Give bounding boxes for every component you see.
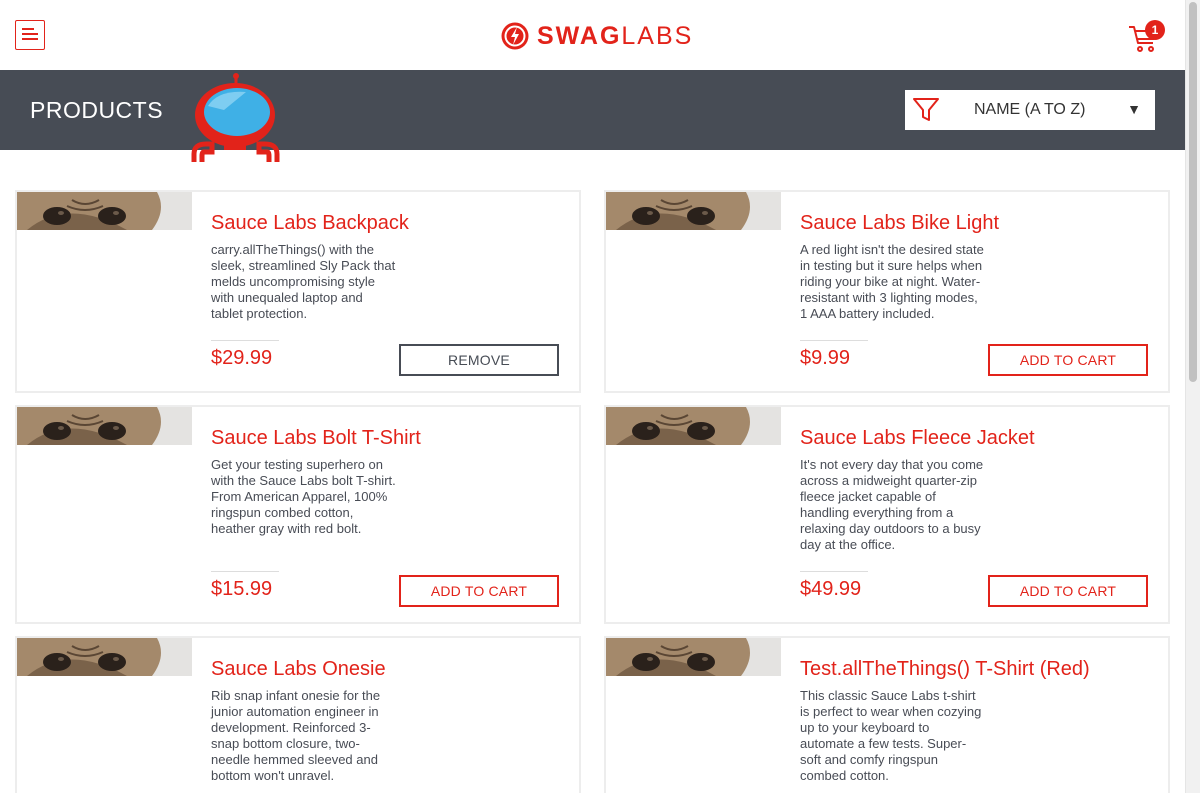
scrollbar[interactable] xyxy=(1185,0,1200,793)
product-price: $15.99 xyxy=(211,578,273,600)
product-image[interactable] xyxy=(17,192,192,230)
swag-labs-logo-icon xyxy=(501,22,529,50)
product-name-link[interactable]: Sauce Labs Backpack xyxy=(211,212,409,235)
swag-labs-logo: SWAGLABS xyxy=(500,20,693,52)
add-to-cart-button[interactable]: ADD TO CART xyxy=(399,575,559,607)
product-name-link[interactable]: Sauce Labs Onesie xyxy=(211,658,386,681)
hamburger-menu-icon xyxy=(22,28,34,30)
robot-mascot-icon xyxy=(191,73,280,162)
product-description: Get your testing superhero on with the S… xyxy=(211,457,396,536)
product-description: Rib snap infant onesie for the junior au… xyxy=(211,688,381,783)
hamburger-menu-icon-line xyxy=(22,33,38,35)
scrollbar-thumb[interactable] xyxy=(1189,2,1197,382)
product-image[interactable] xyxy=(17,638,192,676)
price-divider xyxy=(800,571,868,572)
product-image[interactable] xyxy=(606,192,781,230)
product-card: Sauce Labs Fleece Jacket It's not every d… xyxy=(604,405,1170,624)
hamburger-menu-icon-line xyxy=(22,38,38,40)
product-price: $29.99 xyxy=(211,347,273,369)
price-divider xyxy=(800,340,868,341)
product-card: Sauce Labs Onesie Rib snap infant onesie … xyxy=(15,636,581,793)
product-description: carry.allTheThings() with the sleek, str… xyxy=(211,242,396,321)
product-image[interactable] xyxy=(606,407,781,445)
price-divider xyxy=(211,340,279,341)
top-header: SWAGLABS xyxy=(0,0,1185,70)
product-name-link[interactable]: Sauce Labs Fleece Jacket xyxy=(800,427,1035,450)
product-card: Sauce Labs Bike Light A red light isn't t… xyxy=(604,190,1170,393)
product-card: Sauce Labs Backpack carry.allTheThings() … xyxy=(15,190,581,393)
product-description: It's not every day that you come across … xyxy=(800,457,984,552)
add-to-cart-button[interactable]: ADD TO CART xyxy=(988,344,1148,376)
product-name-link[interactable]: Sauce Labs Bike Light xyxy=(800,212,999,235)
price-divider xyxy=(211,571,279,572)
products-bar: PRODUCTS NAME (A TO Z) ▼ xyxy=(0,70,1185,150)
add-to-cart-button[interactable]: ADD TO CART xyxy=(988,575,1148,607)
product-card: Sauce Labs Bolt T-Shirt Get your testing … xyxy=(15,405,581,624)
menu-button[interactable] xyxy=(15,20,45,50)
product-card: Test.allTheThings() T-Shirt (Red) This cl… xyxy=(604,636,1170,793)
product-name-link[interactable]: Sauce Labs Bolt T-Shirt xyxy=(211,427,421,450)
product-image[interactable] xyxy=(606,638,781,676)
sort-dropdown[interactable]: NAME (A TO Z) ▼ xyxy=(905,90,1155,130)
logo-text: SWAGLABS xyxy=(537,22,694,50)
filter-icon xyxy=(913,98,939,121)
cart-badge[interactable]: 1 xyxy=(1145,20,1165,40)
product-description: This classic Sauce Labs t-shirt is perfe… xyxy=(800,688,982,783)
remove-button[interactable]: REMOVE xyxy=(399,344,559,376)
product-description: A red light isn't the desired state in t… xyxy=(800,242,984,321)
page-title: PRODUCTS xyxy=(30,97,164,123)
product-name-link[interactable]: Test.allTheThings() T-Shirt (Red) xyxy=(800,658,1090,681)
product-price: $9.99 xyxy=(800,347,851,369)
product-price: $49.99 xyxy=(800,578,862,600)
chevron-down-icon: ▼ xyxy=(1127,101,1141,117)
sort-selected-value: NAME (A TO Z) xyxy=(974,101,1086,118)
product-image[interactable] xyxy=(17,407,192,445)
